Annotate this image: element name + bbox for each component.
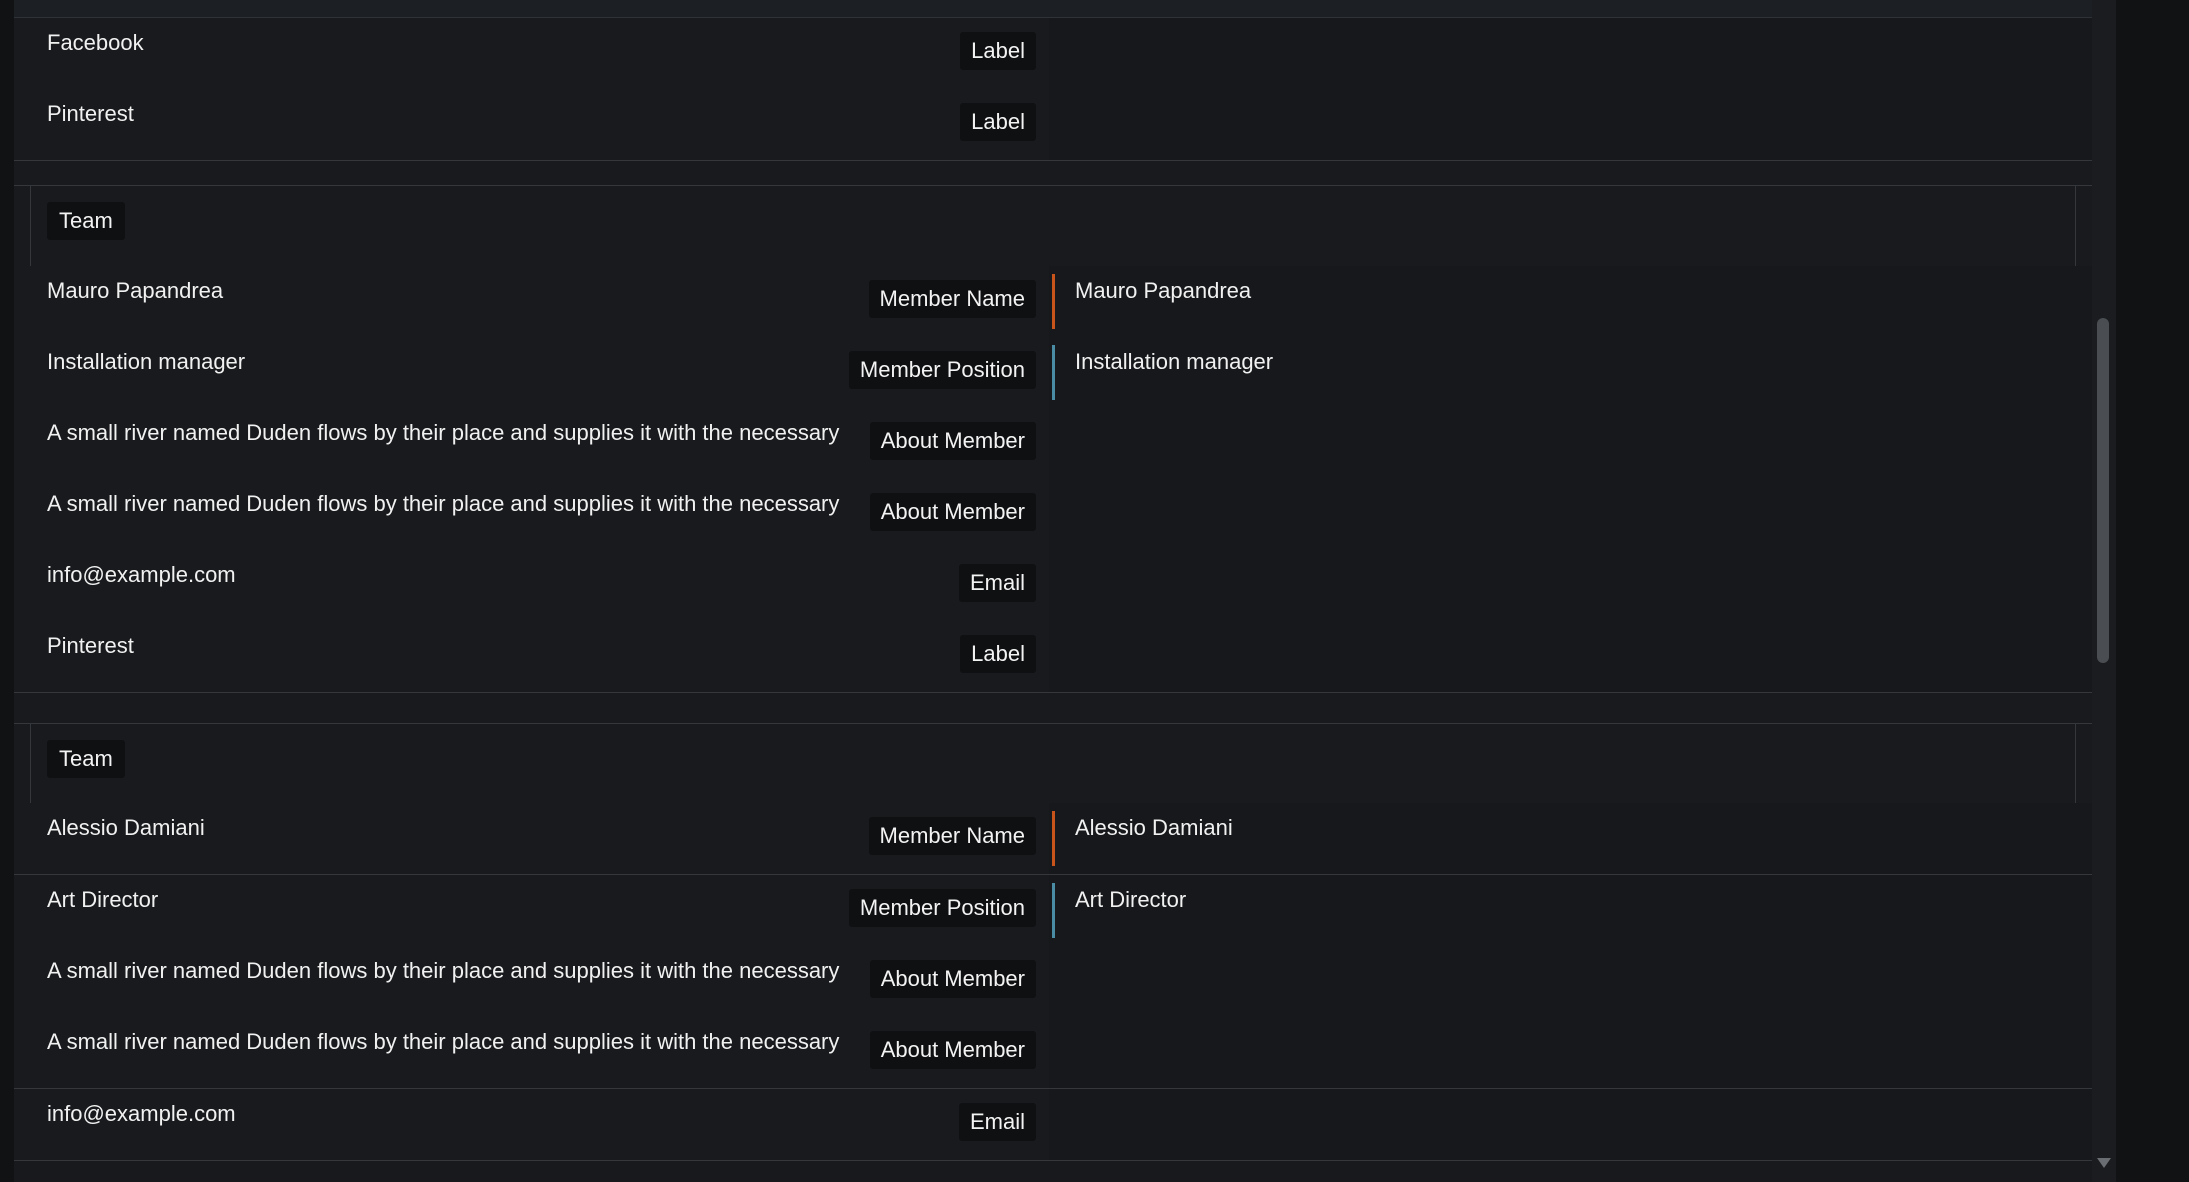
position-accent-bar xyxy=(1052,345,1055,400)
team-badge[interactable]: Team xyxy=(47,202,125,240)
field-input-area[interactable] xyxy=(1049,1089,2092,1160)
scroll-down-arrow-icon[interactable] xyxy=(2097,1158,2111,1168)
list-item: info@example.com Email xyxy=(14,550,2092,622)
field-value-text[interactable]: Alessio Damiani xyxy=(47,815,205,841)
list-item: Pinterest Label xyxy=(14,89,2092,161)
field-input-area[interactable] xyxy=(1049,89,2092,160)
field-value-text[interactable]: A small river named Duden flows by their… xyxy=(47,958,839,984)
repeater-panel: Facebook Label Pinterest Label Team Maur… xyxy=(14,0,2092,1182)
group-frame xyxy=(30,186,2076,270)
group-divider xyxy=(14,693,2092,724)
field-label-badge: Label xyxy=(960,635,1036,673)
field-value-text[interactable]: Pinterest xyxy=(47,633,134,659)
field-value-text[interactable]: Facebook xyxy=(47,30,144,56)
field-input-area[interactable] xyxy=(1049,1017,2092,1088)
field-label-badge: Label xyxy=(960,32,1036,70)
member-name-value[interactable]: Mauro Papandrea xyxy=(1075,278,1251,304)
list-item: A small river named Duden flows by their… xyxy=(14,1017,2092,1089)
vertical-scrollbar[interactable] xyxy=(2092,0,2116,1182)
member-name-row: Alessio Damiani Member Name Alessio Dami… xyxy=(14,803,2092,875)
field-label-badge: About Member xyxy=(869,960,1036,998)
scrollbar-thumb[interactable] xyxy=(2097,318,2109,663)
list-item: info@example.com Email xyxy=(14,1089,2092,1161)
list-item: Facebook Label xyxy=(14,18,2092,90)
field-label-badge: Email xyxy=(958,564,1036,602)
name-accent-bar xyxy=(1052,811,1055,866)
field-label-badge: Email xyxy=(958,1103,1036,1141)
field-label-badge: Member Name xyxy=(868,817,1036,855)
field-label-badge: Label xyxy=(960,103,1036,141)
field-value-text[interactable]: Mauro Papandrea xyxy=(47,278,223,304)
member-name-row: Mauro Papandrea Member Name Mauro Papand… xyxy=(14,266,2092,338)
window-edge xyxy=(2116,0,2189,1182)
field-input-area[interactable] xyxy=(1049,946,2092,1017)
field-input-area[interactable] xyxy=(1049,18,2092,89)
team-group-header: Team xyxy=(14,186,2092,270)
member-name-value[interactable]: Alessio Damiani xyxy=(1075,815,1233,841)
member-position-value[interactable]: Art Director xyxy=(1075,887,1186,913)
list-item: Pinterest Label xyxy=(14,621,2092,693)
field-value-text[interactable]: Art Director xyxy=(47,887,158,913)
field-label-badge: Member Position xyxy=(848,351,1036,389)
field-value-text[interactable]: info@example.com xyxy=(47,1101,236,1127)
field-input-area[interactable] xyxy=(1049,479,2092,550)
field-input-area[interactable] xyxy=(1049,408,2092,479)
field-label-badge: About Member xyxy=(869,493,1036,531)
field-label-badge: Member Position xyxy=(848,889,1036,927)
field-input-area[interactable] xyxy=(1049,550,2092,621)
member-position-row: Art Director Member Position Art Directo… xyxy=(14,875,2092,947)
field-value-text[interactable]: Installation manager xyxy=(47,349,245,375)
team-badge[interactable]: Team xyxy=(47,740,125,778)
name-accent-bar xyxy=(1052,274,1055,329)
field-label-badge: About Member xyxy=(869,422,1036,460)
group-divider xyxy=(14,161,2092,186)
team-group-header: Team xyxy=(14,724,2092,808)
field-value-text[interactable]: A small river named Duden flows by their… xyxy=(47,420,839,446)
field-value-text[interactable]: A small river named Duden flows by their… xyxy=(47,1029,839,1055)
field-value-text[interactable]: Pinterest xyxy=(47,101,134,127)
field-value-text[interactable]: info@example.com xyxy=(47,562,236,588)
field-label-badge: Member Name xyxy=(868,280,1036,318)
group-frame xyxy=(30,724,2076,808)
position-accent-bar xyxy=(1052,883,1055,938)
list-item: A small river named Duden flows by their… xyxy=(14,408,2092,480)
list-item: A small river named Duden flows by their… xyxy=(14,479,2092,551)
field-value-text[interactable]: A small river named Duden flows by their… xyxy=(47,491,839,517)
list-item: A small river named Duden flows by their… xyxy=(14,946,2092,1018)
panel-top-edge xyxy=(14,0,2092,18)
member-position-row: Installation manager Member Position Ins… xyxy=(14,337,2092,409)
member-position-value[interactable]: Installation manager xyxy=(1075,349,1273,375)
field-label-badge: About Member xyxy=(869,1031,1036,1069)
field-input-area[interactable] xyxy=(1049,875,2092,946)
field-input-area[interactable] xyxy=(1049,621,2092,692)
